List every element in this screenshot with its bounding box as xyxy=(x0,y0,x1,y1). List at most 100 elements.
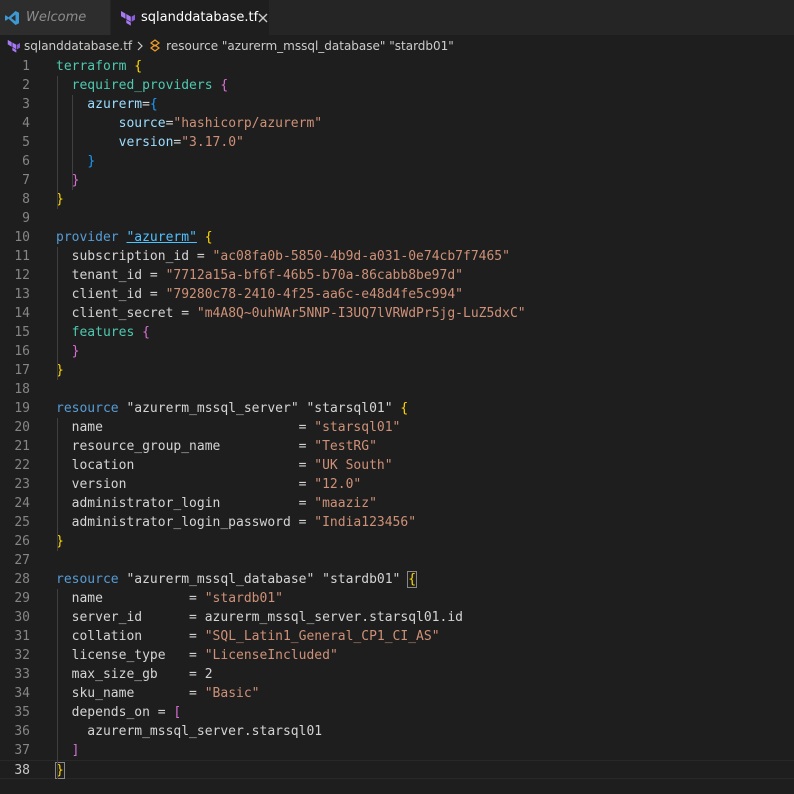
tab-welcome[interactable]: Welcome xyxy=(0,0,111,35)
code-line[interactable]: 25 administrator_login_password = "India… xyxy=(0,513,794,532)
code-line[interactable]: 11 subscription_id = "ac08fa0b-5850-4b9d… xyxy=(0,247,794,266)
line-number: 28 xyxy=(14,572,30,587)
code-line[interactable]: 38} xyxy=(0,760,794,779)
code-line[interactable]: 16 } xyxy=(0,342,794,361)
code-token: location = xyxy=(56,458,315,473)
code-text: ] xyxy=(56,741,80,760)
line-number: 21 xyxy=(14,439,30,454)
code-line[interactable]: 27 xyxy=(0,551,794,570)
code-token: { xyxy=(400,401,409,416)
tab-bar: Welcome sqlanddatabase.tf xyxy=(0,0,794,35)
code-text: terraform { xyxy=(56,57,142,76)
line-number: 3 xyxy=(22,97,30,112)
code-token: "UK South" xyxy=(314,458,393,473)
breadcrumb-symbol[interactable]: resource "azurerm_mssql_database" "stard… xyxy=(166,39,454,53)
code-line[interactable]: 8} xyxy=(0,190,794,209)
code-text: azurerm_mssql_server.starsql01 xyxy=(56,722,322,741)
code-token: max_size_gb = 2 xyxy=(56,667,213,682)
code-text: resource_group_name = "TestRG" xyxy=(56,437,377,456)
code-token: "12.0" xyxy=(314,477,362,492)
code-token: server_id = azurerm_mssql_server.starsql… xyxy=(56,610,463,625)
code-line[interactable]: 10 provider "azurerm" { xyxy=(0,228,794,247)
code-text: server_id = azurerm_mssql_server.starsql… xyxy=(56,608,463,627)
line-number: 34 xyxy=(14,686,30,701)
code-text: version = "12.0" xyxy=(56,475,362,494)
code-line[interactable]: 5 version="3.17.0" xyxy=(0,133,794,152)
indent-guide xyxy=(57,247,58,380)
line-number: 5 xyxy=(22,135,30,150)
code-text: collation = "SQL_Latin1_General_CP1_CI_A… xyxy=(56,627,440,646)
code-line[interactable]: 23 version = "12.0" xyxy=(0,475,794,494)
code-line[interactable]: 17} xyxy=(0,361,794,380)
code-line[interactable]: 7 } xyxy=(0,171,794,190)
code-token: administrator_login_password = xyxy=(56,515,315,530)
code-line[interactable]: 30 server_id = azurerm_mssql_server.star… xyxy=(0,608,794,627)
code-line[interactable]: 9 xyxy=(0,209,794,228)
line-number: 1 xyxy=(22,59,30,74)
code-token: "azurerm_mssql_database" "stardb01" xyxy=(126,572,409,587)
code-text: resource "azurerm_mssql_server" "starsql… xyxy=(56,399,408,418)
code-text: depends_on = [ xyxy=(56,703,182,722)
code-token: name = xyxy=(56,591,205,606)
code-line[interactable]: 36 azurerm_mssql_server.starsql01 xyxy=(0,722,794,741)
code-token: "azurerm" xyxy=(126,230,197,245)
code-token: { xyxy=(142,325,150,340)
line-number: 15 xyxy=(14,325,30,340)
code-line[interactable]: 14 client_secret = "m4A8Q~0uhWAr5NNP-I3U… xyxy=(0,304,794,323)
code-line[interactable]: 29 name = "stardb01" xyxy=(0,589,794,608)
line-number: 23 xyxy=(14,477,30,492)
code-token: version xyxy=(56,135,174,150)
line-number: 27 xyxy=(14,553,30,568)
code-line[interactable]: 21 resource_group_name = "TestRG" xyxy=(0,437,794,456)
code-editor[interactable]: 1 terraform {2 required_providers {3 azur… xyxy=(0,57,794,794)
code-line[interactable]: 12 tenant_id = "7712a15a-bf6f-46b5-b70a-… xyxy=(0,266,794,285)
code-line[interactable]: 6 } xyxy=(0,152,794,171)
code-line[interactable]: 35 depends_on = [ xyxy=(0,703,794,722)
code-line[interactable]: 4 source="hashicorp/azurerm" xyxy=(0,114,794,133)
code-line[interactable]: 33 max_size_gb = 2 xyxy=(0,665,794,684)
code-line[interactable]: 15 features { xyxy=(0,323,794,342)
code-token: client_id = xyxy=(56,287,166,302)
line-number: 35 xyxy=(14,705,30,720)
code-text: } xyxy=(56,171,80,190)
code-line[interactable]: 22 location = "UK South" xyxy=(0,456,794,475)
code-token: "azurerm_mssql_server" "starsql01" xyxy=(126,401,401,416)
code-line[interactable]: 28 resource "azurerm_mssql_database" "sta… xyxy=(0,570,794,589)
indent-guide xyxy=(57,589,58,779)
code-token: administrator_login = xyxy=(56,496,315,511)
tab-sqlanddatabase[interactable]: sqlanddatabase.tf xyxy=(111,0,269,35)
code-line[interactable]: 13 client_id = "79280c78-2410-4f25-aa6c-… xyxy=(0,285,794,304)
code-token: "79280c78-2410-4f25-aa6c-e48d4fe5c994" xyxy=(165,287,463,302)
code-line[interactable]: 24 administrator_login = "maaziz" xyxy=(0,494,794,513)
vscode-icon xyxy=(4,10,20,26)
line-number: 9 xyxy=(22,211,30,226)
code-token: = xyxy=(142,97,150,112)
code-text: tenant_id = "7712a15a-bf6f-46b5-b70a-86c… xyxy=(56,266,463,285)
code-line[interactable]: 31 collation = "SQL_Latin1_General_CP1_C… xyxy=(0,627,794,646)
code-text: features { xyxy=(56,323,150,342)
code-line[interactable]: 2 required_providers { xyxy=(0,76,794,95)
code-token: "Basic" xyxy=(204,686,260,701)
code-token: { xyxy=(149,97,158,112)
code-line[interactable]: 3 azurerm={ xyxy=(0,95,794,114)
breadcrumb-file[interactable]: sqlanddatabase.tf xyxy=(24,39,132,53)
symbol-class-icon xyxy=(148,39,162,53)
code-token: version = xyxy=(56,477,315,492)
code-token: terraform xyxy=(56,59,135,74)
code-text: resource "azurerm_mssql_database" "stard… xyxy=(56,570,418,589)
code-line[interactable]: 20 name = "starsql01" xyxy=(0,418,794,437)
code-line[interactable]: 32 license_type = "LicenseIncluded" xyxy=(0,646,794,665)
code-text: name = "starsql01" xyxy=(56,418,401,437)
code-line[interactable]: 19 resource "azurerm_mssql_server" "stars… xyxy=(0,399,794,418)
code-line[interactable]: 26} xyxy=(0,532,794,551)
code-line[interactable]: 37 ] xyxy=(0,741,794,760)
code-line[interactable]: 1 terraform { xyxy=(0,57,794,76)
code-line[interactable]: 18 xyxy=(0,380,794,399)
close-icon[interactable] xyxy=(258,11,268,25)
code-line[interactable]: 34 sku_name = "Basic" xyxy=(0,684,794,703)
line-number: 17 xyxy=(14,363,30,378)
line-number: 25 xyxy=(14,515,30,530)
line-number: 18 xyxy=(14,382,30,397)
